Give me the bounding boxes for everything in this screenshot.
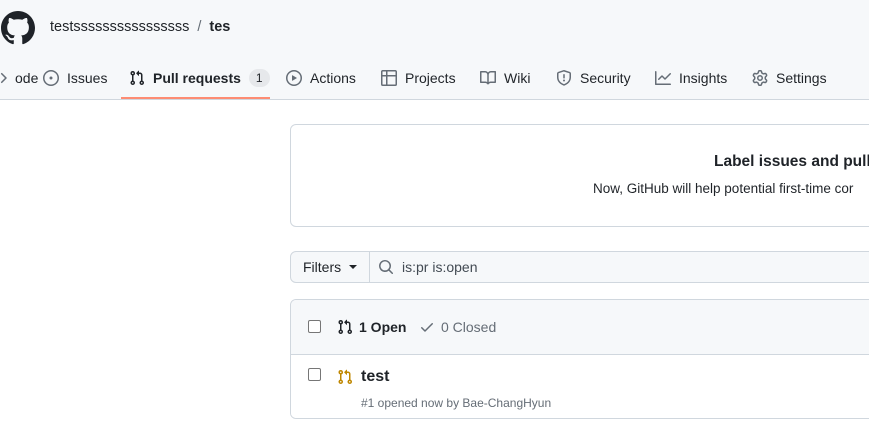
open-filter-link[interactable]: 1 Open xyxy=(337,319,406,335)
tab-settings-label: Settings xyxy=(776,70,827,86)
graph-icon xyxy=(655,71,671,85)
tab-actions[interactable]: Actions xyxy=(286,56,356,100)
tab-wiki[interactable]: Wiki xyxy=(480,56,530,100)
repo-name-link[interactable]: tes xyxy=(209,19,230,35)
tab-pull-requests-label: Pull requests xyxy=(153,70,241,86)
tab-insights-label: Insights xyxy=(679,70,728,86)
tab-issues[interactable]: Issues xyxy=(43,56,107,100)
banner-text: Now, GitHub will help potential first-ti… xyxy=(593,181,854,196)
git-pull-request-icon xyxy=(130,70,145,86)
search-icon xyxy=(379,260,394,275)
list-header: 1 Open 0 Closed xyxy=(291,300,869,355)
tab-insights[interactable]: Insights xyxy=(655,56,727,100)
filters-button-label: Filters xyxy=(303,259,342,275)
open-count-label: 1 Open xyxy=(359,319,407,335)
pr-title-link[interactable]: test xyxy=(361,368,389,386)
pull-requests-counter: 1 xyxy=(248,69,270,87)
table-icon xyxy=(381,70,397,86)
tab-code-label: ode xyxy=(15,70,39,86)
tab-settings[interactable]: Settings xyxy=(752,56,827,100)
tab-actions-label: Actions xyxy=(310,70,356,86)
tab-code[interactable]: ode xyxy=(0,56,38,100)
list-item: test #1 opened now by Bae-ChangHyun xyxy=(291,355,869,418)
tab-issues-label: Issues xyxy=(67,70,108,86)
banner-title: Label issues and pull r xyxy=(714,153,869,170)
search-input[interactable] xyxy=(402,259,802,275)
gear-icon xyxy=(752,70,768,86)
closed-filter-link[interactable]: 0 Closed xyxy=(419,319,496,335)
git-pull-request-icon xyxy=(338,319,353,335)
check-icon xyxy=(421,323,433,332)
breadcrumb-separator: / xyxy=(197,19,202,35)
search-box[interactable] xyxy=(369,251,869,283)
tab-wiki-label: Wiki xyxy=(504,70,531,86)
pr-select-checkbox[interactable] xyxy=(308,368,321,381)
tab-security[interactable]: Security xyxy=(556,56,631,100)
shield-icon xyxy=(557,70,571,86)
issue-opened-icon xyxy=(43,70,59,86)
tab-security-label: Security xyxy=(580,70,631,86)
repo-owner-link[interactable]: testssssssssssssssss xyxy=(50,19,189,35)
closed-count-label: 0 Closed xyxy=(441,319,497,335)
tab-projects-label: Projects xyxy=(405,70,456,86)
selected-tab-underline xyxy=(121,97,270,99)
tab-projects[interactable]: Projects xyxy=(381,56,456,100)
play-icon xyxy=(286,70,302,86)
breadcrumb: testssssssssssssssss / tes xyxy=(50,19,230,35)
pull-request-list: 1 Open 0 Closed test #1 opened now by Ba… xyxy=(290,299,869,419)
tab-pull-requests[interactable]: Pull requests 1 xyxy=(129,56,270,100)
book-icon xyxy=(480,70,496,85)
repo-nav-tabs: ode Issues Pull requests 1 Actions Proje… xyxy=(0,56,869,100)
caret-down-icon xyxy=(349,265,358,269)
git-pull-request-open-icon xyxy=(338,369,353,385)
label-issues-banner: Label issues and pull r Now, GitHub will… xyxy=(290,124,869,227)
filters-button[interactable]: Filters xyxy=(290,251,370,283)
code-icon xyxy=(0,72,7,84)
repo-header: testssssssssssssssss / tes ode Issues Pu… xyxy=(0,0,869,100)
pr-meta: #1 opened now by Bae-ChangHyun xyxy=(361,396,552,410)
github-logo-icon[interactable] xyxy=(1,11,35,45)
select-all-checkbox[interactable] xyxy=(308,320,321,333)
